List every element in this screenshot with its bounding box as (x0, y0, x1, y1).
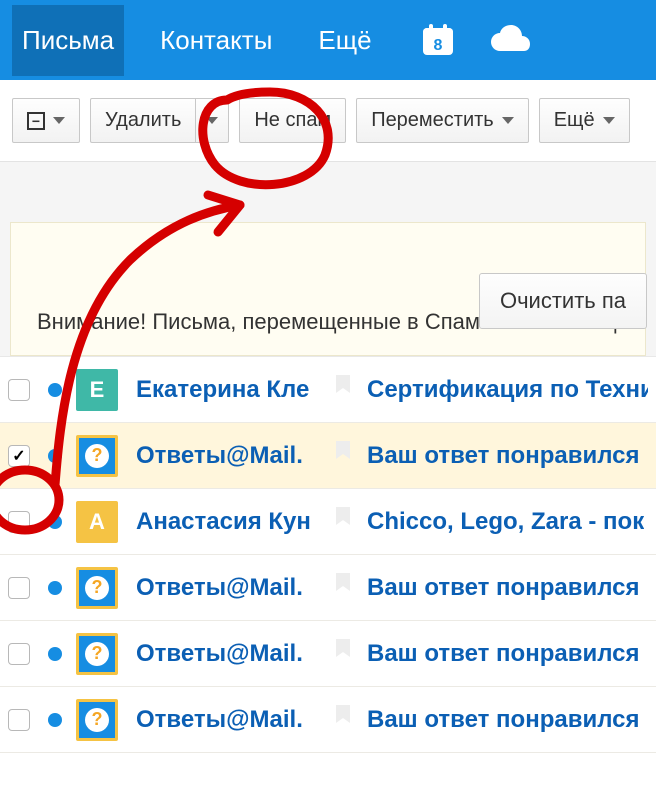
calendar-icon[interactable]: 8 (418, 20, 458, 60)
row-checkbox[interactable] (8, 709, 30, 731)
mail-row[interactable]: ? Ответы@Mail. Ваш ответ понравился (0, 555, 656, 621)
question-icon: ? (85, 444, 109, 468)
flag-icon[interactable] (335, 573, 353, 602)
select-all-toggle[interactable]: − (12, 98, 80, 143)
row-checkbox[interactable] (8, 643, 30, 665)
avatar: ? (76, 567, 118, 609)
sender-name: Ответы@Mail. (136, 706, 331, 734)
move-label: Переместить (371, 109, 494, 132)
avatar: ? (76, 699, 118, 741)
not-spam-button[interactable]: Не спам (239, 98, 346, 143)
banner-area: Очистить па Внимание! Письма, перемещенн… (0, 162, 656, 356)
flag-icon[interactable] (335, 441, 353, 470)
toolbar: − Удалить Не спам Переместить Ещё (0, 80, 656, 162)
mail-list: Е Екатерина Кле Сертификация по Техни? Отве… (0, 356, 656, 753)
chevron-down-icon (206, 117, 218, 124)
top-nav: Письма Контакты Ещё 8 (0, 0, 656, 80)
subject: Ваш ответ понравился (367, 706, 640, 734)
mail-row[interactable]: ? Ответы@Mail. Ваш ответ понравился (0, 687, 656, 753)
unread-dot-icon (48, 713, 62, 727)
move-button[interactable]: Переместить (356, 98, 529, 143)
row-checkbox[interactable] (8, 511, 30, 533)
cloud-icon[interactable] (488, 23, 534, 57)
svg-text:8: 8 (433, 37, 442, 54)
more-label: Ещё (554, 109, 595, 132)
avatar: ? (76, 633, 118, 675)
row-checkbox[interactable] (8, 445, 30, 467)
sender-name: Екатерина Кле (136, 376, 331, 404)
delete-dropdown[interactable] (195, 98, 229, 143)
clear-folder-button[interactable]: Очистить па (479, 273, 647, 329)
question-icon: ? (85, 708, 109, 732)
mail-row[interactable]: ? Ответы@Mail. Ваш ответ понравился (0, 423, 656, 489)
avatar: Е (76, 369, 118, 411)
sender-name: Ответы@Mail. (136, 640, 331, 668)
minus-icon: − (27, 112, 45, 130)
mail-row[interactable]: ? Ответы@Mail. Ваш ответ понравился (0, 621, 656, 687)
avatar: ? (76, 435, 118, 477)
row-checkbox[interactable] (8, 577, 30, 599)
row-checkbox[interactable] (8, 379, 30, 401)
spam-warning-banner: Очистить па Внимание! Письма, перемещенн… (10, 222, 646, 356)
chevron-down-icon (502, 117, 514, 124)
delete-button[interactable]: Удалить (90, 98, 195, 143)
sender-name: Анастасия Кун (136, 508, 331, 536)
sender-name: Ответы@Mail. (136, 442, 331, 470)
delete-button-group: Удалить (90, 98, 229, 143)
chevron-down-icon (53, 117, 65, 124)
flag-icon[interactable] (335, 375, 353, 404)
unread-dot-icon (48, 647, 62, 661)
tab-more[interactable]: Ещё (308, 5, 381, 76)
unread-dot-icon (48, 515, 62, 529)
flag-icon[interactable] (335, 639, 353, 668)
subject: Ваш ответ понравился (367, 640, 640, 668)
flag-icon[interactable] (335, 705, 353, 734)
subject: Сертификация по Техни (367, 376, 648, 404)
mail-row[interactable]: Е Екатерина Кле Сертификация по Техни (0, 357, 656, 423)
chevron-down-icon (603, 117, 615, 124)
tab-mail[interactable]: Письма (12, 5, 124, 76)
question-icon: ? (85, 576, 109, 600)
subject: Ваш ответ понравился (367, 442, 640, 470)
flag-icon[interactable] (335, 507, 353, 536)
toolbar-more-button[interactable]: Ещё (539, 98, 630, 143)
subject: Ваш ответ понравился (367, 574, 640, 602)
avatar: А (76, 501, 118, 543)
subject: Chicco, Lego, Zara - пок (367, 508, 644, 536)
question-icon: ? (85, 642, 109, 666)
unread-dot-icon (48, 449, 62, 463)
sender-name: Ответы@Mail. (136, 574, 331, 602)
tab-contacts[interactable]: Контакты (150, 5, 282, 76)
mail-row[interactable]: А Анастасия Кун Chicco, Lego, Zara - пок (0, 489, 656, 555)
unread-dot-icon (48, 581, 62, 595)
unread-dot-icon (48, 383, 62, 397)
